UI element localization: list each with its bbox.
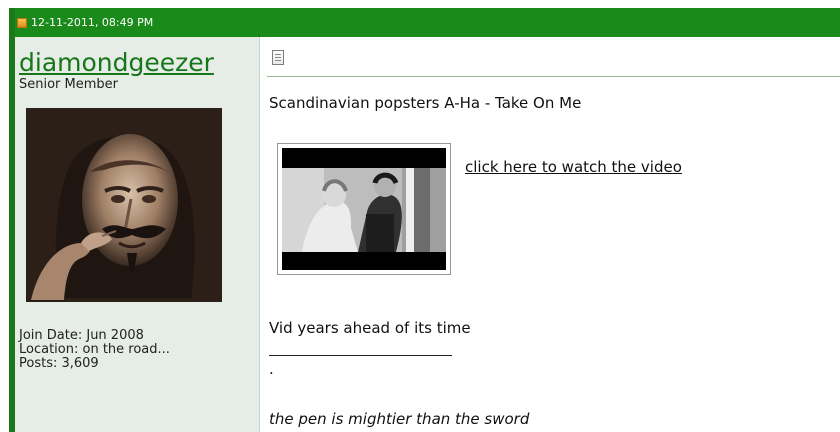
video-link[interactable]: click here to watch the video xyxy=(465,158,682,176)
signature-divider xyxy=(269,355,452,356)
location: Location: on the road... xyxy=(19,342,170,357)
username-link[interactable]: diamondgeezer xyxy=(19,49,214,77)
post-count: Posts: 3,609 xyxy=(19,356,99,371)
message-doc-icon xyxy=(272,50,284,65)
avatar-image xyxy=(26,108,222,302)
post-container: 12-11-2011, 08:49 PM diamondgeezer Senio… xyxy=(9,8,840,432)
message-title: Scandinavian popsters A-Ha - Take On Me xyxy=(269,94,582,112)
avatar[interactable] xyxy=(26,108,222,302)
post-datetime: 12-11-2011, 08:49 PM xyxy=(31,16,154,29)
message-comment: Vid years ahead of its time xyxy=(269,319,471,337)
signature-dot: . xyxy=(269,360,274,378)
join-date: Join Date: Jun 2008 xyxy=(19,328,144,343)
video-still xyxy=(282,148,446,270)
post-content: Scandinavian popsters A-Ha - Take On Me xyxy=(260,37,840,432)
post-header: 12-11-2011, 08:49 PM xyxy=(15,8,840,37)
content-divider xyxy=(267,76,840,77)
user-info-column: diamondgeezer Senior Member Join Date: J… xyxy=(15,37,260,432)
video-frame xyxy=(282,148,446,270)
forum-post-page: 12-11-2011, 08:49 PM diamondgeezer Senio… xyxy=(0,0,840,432)
signature-text: the pen is mightier than the sword xyxy=(269,410,530,428)
user-title: Senior Member xyxy=(19,77,119,92)
video-thumbnail[interactable] xyxy=(277,143,451,275)
left-gutter xyxy=(0,0,9,432)
user-details: Join Date: Jun 2008 Location: on the roa… xyxy=(19,329,170,371)
post-status-icon xyxy=(17,17,27,28)
